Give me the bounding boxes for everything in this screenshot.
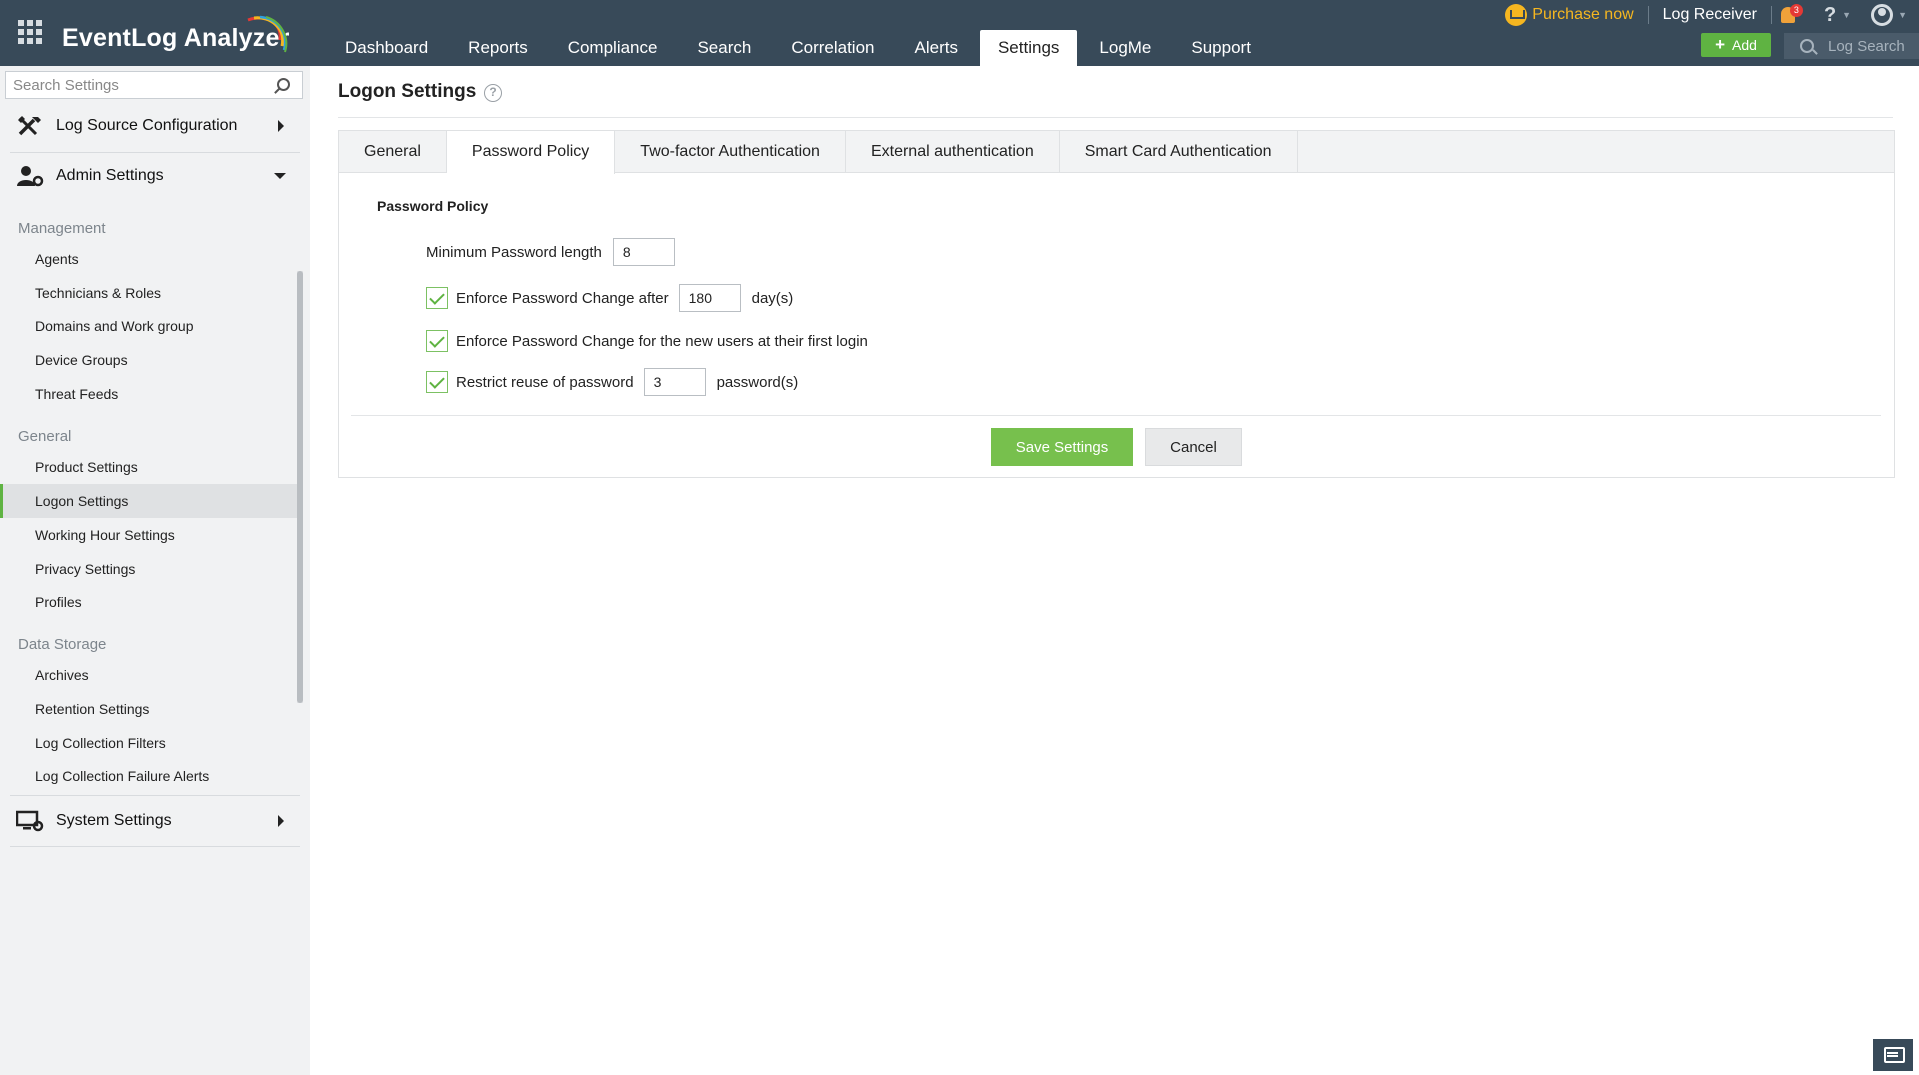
first-login-change-checkbox[interactable] bbox=[426, 330, 448, 352]
sidebar-item-log-collection-filters[interactable]: Log Collection Filters bbox=[0, 726, 298, 760]
min-password-length-input[interactable] bbox=[612, 238, 675, 266]
chevron-down-icon[interactable]: ▼ bbox=[1842, 10, 1867, 20]
enforce-password-change-days-input[interactable] bbox=[678, 284, 741, 312]
enforce-password-change-row: Enforce Password Change after day(s) bbox=[426, 284, 793, 312]
tab-general[interactable]: General bbox=[339, 131, 447, 173]
tab-two-factor-authentication[interactable]: Two-factor Authentication bbox=[615, 131, 846, 173]
notifications-button[interactable]: 3 bbox=[1772, 0, 1806, 30]
nav-logme[interactable]: LogMe bbox=[1081, 30, 1169, 66]
first-login-change-row: Enforce Password Change for the new user… bbox=[426, 330, 868, 352]
title-divider bbox=[338, 117, 1893, 118]
chat-icon[interactable] bbox=[1873, 1039, 1913, 1071]
sidebar-item-profiles[interactable]: Profiles bbox=[0, 585, 298, 619]
days-unit-label: day(s) bbox=[751, 289, 794, 307]
nav-settings[interactable]: Settings bbox=[979, 30, 1078, 66]
sidebar-item-technicians-roles[interactable]: Technicians & Roles bbox=[0, 276, 298, 310]
nav-support[interactable]: Support bbox=[1173, 30, 1269, 66]
nav-search[interactable]: Search bbox=[679, 30, 769, 66]
restrict-reuse-checkbox[interactable] bbox=[426, 371, 448, 393]
help-icon[interactable]: ? bbox=[1806, 4, 1842, 27]
sidebar-item-agents[interactable]: Agents bbox=[0, 242, 298, 276]
main-nav: Dashboard Reports Compliance Search Corr… bbox=[327, 30, 1273, 66]
group-label-data-storage: Data Storage bbox=[18, 636, 107, 653]
admin-user-gear-icon bbox=[17, 166, 44, 187]
sidebar-item-threat-feeds[interactable]: Threat Feeds bbox=[0, 377, 298, 411]
search-icon[interactable] bbox=[277, 78, 290, 91]
apps-grid-icon[interactable] bbox=[18, 20, 42, 44]
user-icon[interactable] bbox=[1871, 4, 1894, 26]
section-divider bbox=[10, 795, 300, 796]
restrict-reuse-row: Restrict reuse of password password(s) bbox=[426, 368, 798, 396]
sidebar-item-privacy-settings[interactable]: Privacy Settings bbox=[0, 552, 298, 586]
tab-smart-card-authentication[interactable]: Smart Card Authentication bbox=[1060, 131, 1298, 173]
notification-badge: 3 bbox=[1789, 4, 1803, 17]
section-label: Log Source Configuration bbox=[56, 117, 238, 134]
min-password-length-row: Minimum Password length bbox=[426, 238, 675, 266]
search-icon bbox=[1800, 39, 1814, 53]
restrict-reuse-count-input[interactable] bbox=[643, 368, 706, 396]
nav-alerts[interactable]: Alerts bbox=[897, 30, 976, 66]
add-button[interactable]: + Add bbox=[1701, 33, 1771, 57]
group-label-general: General bbox=[18, 428, 72, 445]
sidebar-search bbox=[5, 71, 303, 99]
sidebar-item-retention-settings[interactable]: Retention Settings bbox=[0, 692, 298, 726]
section-log-source-configuration[interactable]: Log Source Configuration bbox=[0, 102, 300, 150]
scrollbar-thumb[interactable] bbox=[297, 271, 303, 703]
purchase-label: Purchase now bbox=[1532, 6, 1634, 23]
restrict-reuse-label: Restrict reuse of password bbox=[456, 373, 634, 391]
passwords-unit-label: password(s) bbox=[716, 373, 799, 391]
log-search-button[interactable]: Log Search bbox=[1784, 33, 1919, 59]
sidebar-item-archives[interactable]: Archives bbox=[0, 658, 298, 692]
settings-sidebar: Log Source Configuration Admin Settings … bbox=[0, 66, 310, 1075]
help-icon[interactable]: ? bbox=[484, 84, 502, 102]
section-divider bbox=[10, 846, 300, 847]
nav-correlation[interactable]: Correlation bbox=[773, 30, 892, 66]
settings-tabs: General Password Policy Two-factor Authe… bbox=[339, 131, 1894, 174]
tab-password-policy[interactable]: Password Policy bbox=[446, 131, 616, 174]
log-receiver-link[interactable]: Log Receiver bbox=[1649, 6, 1771, 24]
top-header: EventLog Analyzer Dashboard Reports Comp… bbox=[0, 0, 1919, 66]
first-login-change-label: Enforce Password Change for the new user… bbox=[456, 332, 868, 350]
add-label: Add bbox=[1732, 37, 1757, 53]
section-admin-settings[interactable]: Admin Settings bbox=[0, 152, 300, 200]
settings-panel: General Password Policy Two-factor Authe… bbox=[338, 130, 1895, 478]
header-utilities: Purchase now Log Receiver 3 ? ▼ ▼ bbox=[1505, 0, 1919, 30]
enforce-password-change-label: Enforce Password Change after bbox=[456, 289, 669, 307]
log-search-label: Log Search bbox=[1828, 37, 1905, 55]
tools-icon bbox=[18, 116, 41, 136]
nav-compliance[interactable]: Compliance bbox=[550, 30, 676, 66]
sidebar-item-device-groups[interactable]: Device Groups bbox=[0, 343, 298, 377]
logo-swoosh-icon bbox=[247, 15, 288, 53]
cart-icon bbox=[1505, 4, 1528, 26]
enforce-password-change-checkbox[interactable] bbox=[426, 287, 448, 309]
chevron-down-icon bbox=[274, 173, 286, 179]
section-label: System Settings bbox=[56, 812, 172, 829]
group-label-management: Management bbox=[18, 220, 106, 237]
form-divider bbox=[351, 415, 1881, 416]
tab-external-authentication[interactable]: External authentication bbox=[846, 131, 1060, 173]
nav-reports[interactable]: Reports bbox=[450, 30, 546, 66]
sidebar-item-logon-settings[interactable]: Logon Settings bbox=[0, 484, 298, 518]
sidebar-item-product-settings[interactable]: Product Settings bbox=[0, 450, 298, 484]
chevron-right-icon bbox=[278, 815, 284, 827]
chevron-down-icon[interactable]: ▼ bbox=[1893, 10, 1919, 20]
sidebar-item-working-hour-settings[interactable]: Working Hour Settings bbox=[0, 518, 298, 552]
page-title: Logon Settings bbox=[338, 81, 477, 102]
chevron-right-icon bbox=[278, 120, 284, 132]
search-settings-input[interactable] bbox=[6, 76, 266, 94]
purchase-now-link[interactable]: Purchase now bbox=[1505, 4, 1647, 26]
sidebar-item-log-collection-failure-alerts[interactable]: Log Collection Failure Alerts bbox=[0, 759, 298, 793]
cancel-button[interactable]: Cancel bbox=[1145, 428, 1242, 466]
nav-dashboard[interactable]: Dashboard bbox=[327, 30, 446, 66]
min-password-length-label: Minimum Password length bbox=[426, 243, 602, 261]
sidebar-scrollbar[interactable] bbox=[297, 271, 303, 703]
section-system-settings[interactable]: System Settings bbox=[0, 797, 300, 845]
sidebar-item-domains-workgroup[interactable]: Domains and Work group bbox=[0, 309, 298, 343]
plus-icon: + bbox=[1715, 35, 1725, 54]
section-label: Admin Settings bbox=[56, 167, 164, 184]
save-settings-button[interactable]: Save Settings bbox=[991, 428, 1133, 466]
monitor-gear-icon bbox=[16, 810, 44, 832]
form-section-title: Password Policy bbox=[377, 198, 489, 214]
